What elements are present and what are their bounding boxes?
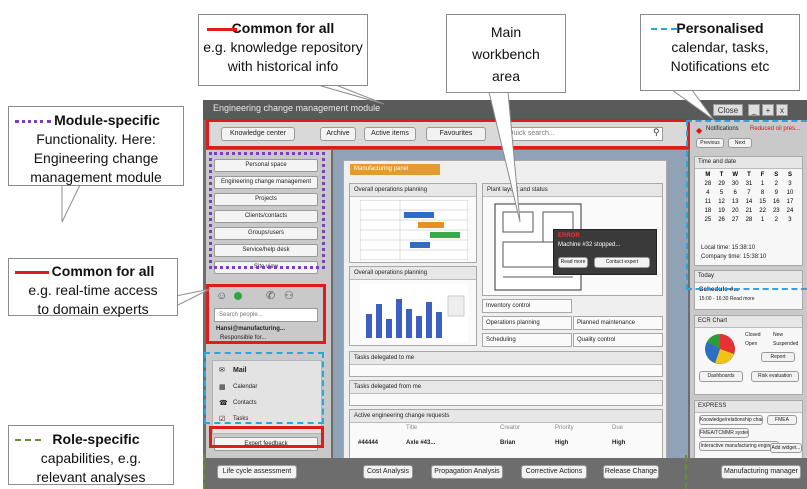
red-line-marker: [207, 28, 237, 31]
green-line-marker: [15, 439, 41, 441]
red-line-marker: [15, 271, 49, 274]
callout-common-knowledge: Common for all e.g. knowledge repository…: [198, 14, 368, 86]
blue-line-marker: [651, 28, 677, 30]
callout-role-specific: Role-specific capabilities, e.g. relevan…: [8, 425, 174, 485]
callout-main-workbench: Main workbench area: [446, 14, 566, 93]
callout-personalised: Personalised calendar, tasks, Notificati…: [640, 14, 800, 91]
callout-common-experts: Common for all e.g. real-time access to …: [8, 258, 178, 317]
callout-module-specific: Module-specific Functionality. Here: Eng…: [8, 106, 184, 186]
purple-line-marker: [15, 120, 51, 123]
